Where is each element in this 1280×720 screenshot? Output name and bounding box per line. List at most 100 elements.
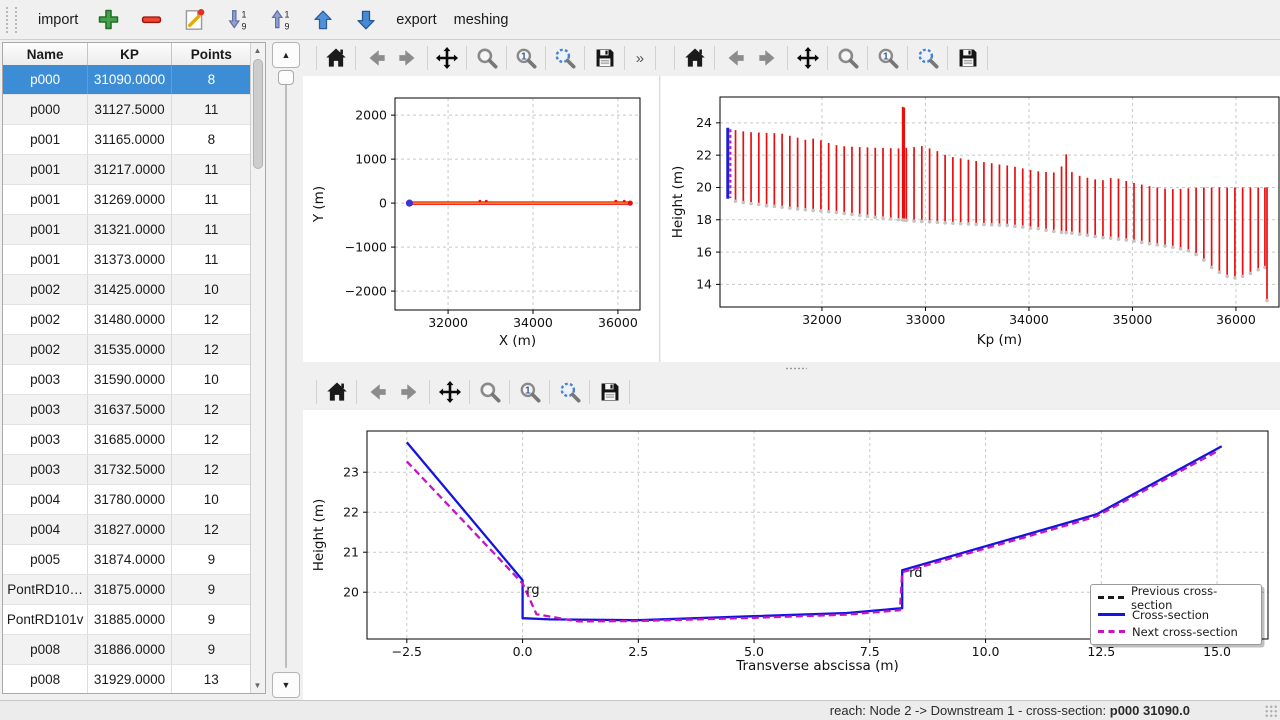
toolbar-separator xyxy=(827,46,828,70)
table-scrollbar[interactable]: ▲ ▼ xyxy=(250,43,265,693)
svg-text:rg: rg xyxy=(526,583,539,598)
table-cell: p001 xyxy=(3,245,88,274)
remove-icon[interactable] xyxy=(138,7,164,33)
svg-text:20: 20 xyxy=(343,584,359,599)
table-row[interactable]: p00031127.500011 xyxy=(3,95,251,125)
table-row[interactable]: p00131217.000011 xyxy=(3,155,251,185)
pan-icon[interactable] xyxy=(431,43,463,73)
scroll-down-icon[interactable]: ▼ xyxy=(251,679,264,692)
table-row[interactable]: p00131165.00008 xyxy=(3,125,251,155)
zoom-icon[interactable] xyxy=(473,377,506,407)
save-icon[interactable] xyxy=(593,377,626,407)
zoom-icon[interactable] xyxy=(470,43,502,73)
home-icon[interactable] xyxy=(320,377,353,407)
table-row[interactable]: p00231480.000012 xyxy=(3,305,251,335)
status-text: reach: Node 2 -> Downstream 1 - cross-se… xyxy=(830,703,1110,718)
horizontal-splitter[interactable] xyxy=(303,362,1280,374)
svg-text:22: 22 xyxy=(343,504,359,519)
save-icon[interactable] xyxy=(588,43,620,73)
scrollbar-thumb[interactable] xyxy=(253,59,263,169)
back-icon[interactable] xyxy=(359,43,391,73)
table-row[interactable]: p00331732.500012 xyxy=(3,455,251,485)
column-header-points[interactable]: Points xyxy=(172,43,251,65)
longitudinal-profile-canvas[interactable]: 3200033000340003500036000141618202224Kp … xyxy=(661,76,1280,362)
table-row[interactable]: p00531874.00009 xyxy=(3,545,251,575)
splitter-handle[interactable] xyxy=(785,367,807,370)
back-icon[interactable] xyxy=(718,43,751,73)
forward-icon[interactable] xyxy=(751,43,784,73)
export-button[interactable]: export xyxy=(396,12,436,28)
table-cell: 31875.0000 xyxy=(88,575,171,604)
add-icon[interactable] xyxy=(95,7,121,33)
svg-text:22: 22 xyxy=(696,147,712,162)
move-up-icon[interactable] xyxy=(310,7,336,33)
toolbar-separator xyxy=(316,380,317,404)
svg-text:10.0: 10.0 xyxy=(972,644,1000,659)
forward-icon[interactable] xyxy=(393,377,426,407)
toolbar-drag-handle[interactable] xyxy=(6,7,17,33)
table-row[interactable]: p00331590.000010 xyxy=(3,365,251,395)
meshing-button[interactable]: meshing xyxy=(454,12,509,28)
back-icon[interactable] xyxy=(360,377,393,407)
toolbar-separator xyxy=(624,46,625,70)
section-slider-track[interactable] xyxy=(285,74,287,668)
zoom-fit-icon[interactable] xyxy=(549,43,581,73)
toolbar-separator xyxy=(674,46,675,70)
home-icon[interactable] xyxy=(678,43,711,73)
home-icon[interactable] xyxy=(320,43,352,73)
svg-text:24: 24 xyxy=(696,115,712,130)
table-row[interactable]: p00331685.000012 xyxy=(3,425,251,455)
table-row[interactable]: p00831886.00009 xyxy=(3,635,251,665)
zoom-original-icon[interactable]: 1 xyxy=(510,43,542,73)
table-cell: p004 xyxy=(3,485,88,514)
status-current-section: p000 31090.0 xyxy=(1110,703,1190,718)
column-header-kp[interactable]: KP xyxy=(88,43,171,65)
svg-text:−2000: −2000 xyxy=(345,283,387,298)
edit-icon[interactable] xyxy=(181,7,207,33)
table-row[interactable]: p00231535.000012 xyxy=(3,335,251,365)
plan-view-canvas[interactable]: 320003400036000200010000−1000−2000X (m)Y… xyxy=(303,76,660,362)
table-cell: 10 xyxy=(172,485,251,514)
move-down-icon[interactable] xyxy=(353,7,379,33)
table-row[interactable]: p00131321.000011 xyxy=(3,215,251,245)
table-row[interactable]: p00231425.000010 xyxy=(3,275,251,305)
svg-text:20: 20 xyxy=(696,180,712,195)
table-row[interactable]: p00431827.000012 xyxy=(3,515,251,545)
section-up-button[interactable]: ▲ xyxy=(272,42,300,68)
scroll-up-icon[interactable]: ▲ xyxy=(251,44,264,57)
svg-text:Height (m): Height (m) xyxy=(670,166,686,239)
table-cell: 31885.0000 xyxy=(88,605,171,634)
table-row[interactable]: p00131269.000011 xyxy=(3,185,251,215)
zoom-fit-icon[interactable] xyxy=(553,377,586,407)
table-row[interactable]: PontRD10…31875.00009 xyxy=(3,575,251,605)
toolbar-overflow-button[interactable]: » xyxy=(628,50,652,67)
zoom-fit-icon[interactable] xyxy=(911,43,944,73)
zoom-icon[interactable] xyxy=(831,43,864,73)
table-row[interactable]: p00431780.000010 xyxy=(3,485,251,515)
sort-descending-icon[interactable]: 19 xyxy=(224,7,250,33)
save-icon[interactable] xyxy=(951,43,984,73)
table-row[interactable]: PontRD101v31885.00009 xyxy=(3,605,251,635)
toolbar-separator xyxy=(629,380,630,404)
svg-text:1: 1 xyxy=(883,52,889,63)
column-header-name[interactable]: Name xyxy=(3,43,88,65)
sort-ascending-icon[interactable]: 19 xyxy=(267,7,293,33)
resize-grip[interactable] xyxy=(1265,705,1278,718)
table-row[interactable]: p00331637.500012 xyxy=(3,395,251,425)
import-button[interactable]: import xyxy=(38,12,78,28)
zoom-original-icon[interactable]: 1 xyxy=(871,43,904,73)
table-cell: 12 xyxy=(172,425,251,454)
table-row[interactable]: p00131373.000011 xyxy=(3,245,251,275)
pan-icon[interactable] xyxy=(791,43,824,73)
section-down-button[interactable]: ▼ xyxy=(272,672,300,698)
zoom-original-icon[interactable]: 1 xyxy=(513,377,546,407)
forward-icon[interactable] xyxy=(392,43,424,73)
table-row[interactable]: p00031090.00008 xyxy=(3,65,251,95)
cross-section-canvas[interactable]: −2.50.02.55.07.510.012.515.020212223Tran… xyxy=(303,410,1280,700)
svg-text:32000: 32000 xyxy=(802,312,842,327)
table-cell: 8 xyxy=(172,125,251,154)
pan-icon[interactable] xyxy=(433,377,466,407)
section-slider-handle[interactable] xyxy=(278,70,294,85)
table-row[interactable]: p00831929.000013 xyxy=(3,665,251,693)
svg-text:Height (m): Height (m) xyxy=(311,499,327,572)
